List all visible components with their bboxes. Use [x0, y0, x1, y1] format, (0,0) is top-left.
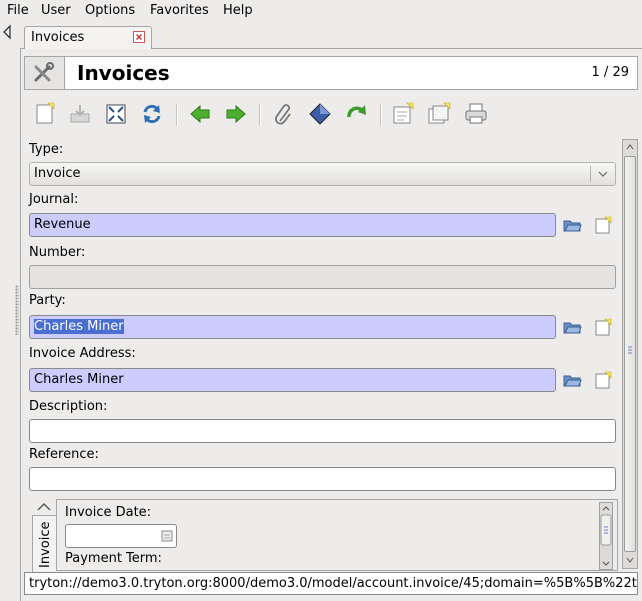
menu-bar: File User Options Favorites Help — [0, 0, 642, 22]
next-icon[interactable] — [223, 101, 249, 127]
menu-file[interactable]: File — [7, 3, 29, 18]
tab-invoice-label: Invoice — [38, 521, 53, 568]
description-label: Description: — [29, 399, 108, 414]
new-icon[interactable] — [32, 101, 58, 127]
record-count: 1 / 29 — [591, 65, 629, 80]
invoice-date-field[interactable] — [65, 524, 177, 548]
invoice-date-label: Invoice Date: — [65, 505, 152, 520]
attachment-icon[interactable] — [271, 101, 297, 127]
notebook-page: Invoice Date: Payment Term: — [56, 499, 618, 571]
pane-resize-handle[interactable] — [15, 285, 19, 335]
reference-field[interactable] — [29, 467, 616, 491]
open-record-icon[interactable] — [426, 101, 452, 127]
party-label: Party: — [29, 293, 66, 308]
close-icon[interactable] — [133, 31, 145, 43]
toolbar-separator — [176, 104, 178, 126]
combo-separator — [590, 166, 591, 182]
tab-invoice[interactable]: Invoice — [32, 515, 57, 573]
reference-label: Reference: — [29, 447, 99, 462]
tab-label: Invoices — [31, 30, 85, 45]
new-document-icon[interactable] — [593, 317, 613, 337]
title-bar: Invoices 1 / 29 — [24, 56, 638, 90]
reload-icon[interactable] — [139, 101, 165, 127]
scroll-down-icon[interactable] — [624, 554, 636, 566]
sidebar-toggle-icon[interactable] — [2, 24, 12, 40]
number-field[interactable] — [29, 265, 616, 289]
menu-favorites[interactable]: Favorites — [150, 3, 209, 18]
tools-icon[interactable] — [25, 57, 65, 89]
menu-help[interactable]: Help — [223, 3, 253, 18]
scroll-thumb[interactable] — [624, 156, 636, 552]
new-document-icon[interactable] — [593, 370, 613, 390]
relate-icon[interactable] — [343, 101, 369, 127]
open-folder-icon[interactable] — [562, 370, 582, 390]
invoice-address-field[interactable]: Charles Miner — [29, 368, 556, 392]
invoice-address-label: Invoice Address: — [29, 346, 136, 361]
description-field[interactable] — [29, 419, 616, 443]
open-folder-icon[interactable] — [562, 215, 582, 235]
payment-term-label: Payment Term: — [65, 551, 162, 566]
form-scrollbar[interactable] — [622, 139, 638, 569]
notebook-scrollbar[interactable] — [599, 502, 613, 570]
tab-invoices[interactable]: Invoices — [24, 26, 152, 49]
type-value: Invoice — [34, 166, 81, 181]
scroll-up-icon[interactable] — [624, 141, 636, 153]
form-notebook: Invoice Invoice Date: Payment Term: — [30, 497, 618, 573]
previous-icon[interactable] — [187, 101, 213, 127]
type-select[interactable]: Invoice — [29, 162, 616, 186]
journal-field[interactable]: Revenue — [29, 213, 556, 237]
open-folder-icon[interactable] — [562, 317, 582, 337]
toolbar-separator — [259, 104, 261, 126]
toolbar-separator — [380, 104, 382, 126]
new-record-icon[interactable] — [390, 101, 416, 127]
action-icon[interactable] — [307, 101, 333, 127]
switch-view-icon[interactable] — [103, 101, 129, 127]
save-icon[interactable] — [67, 101, 93, 127]
menu-options[interactable]: Options — [85, 3, 135, 18]
journal-label: Journal: — [29, 192, 79, 207]
number-label: Number: — [29, 245, 86, 260]
status-url: tryton://demo3.0.tryton.org:8000/demo3.0… — [24, 572, 638, 595]
new-document-icon[interactable] — [593, 215, 613, 235]
calendar-icon[interactable] — [161, 529, 173, 547]
type-label: Type: — [29, 142, 64, 157]
chevron-down-icon — [597, 168, 609, 180]
party-value-selected: Charles Miner — [34, 319, 124, 334]
print-icon[interactable] — [463, 101, 489, 127]
menu-user[interactable]: User — [41, 3, 71, 18]
party-field[interactable]: Charles Miner — [29, 315, 556, 339]
page-title: Invoices — [77, 61, 170, 85]
